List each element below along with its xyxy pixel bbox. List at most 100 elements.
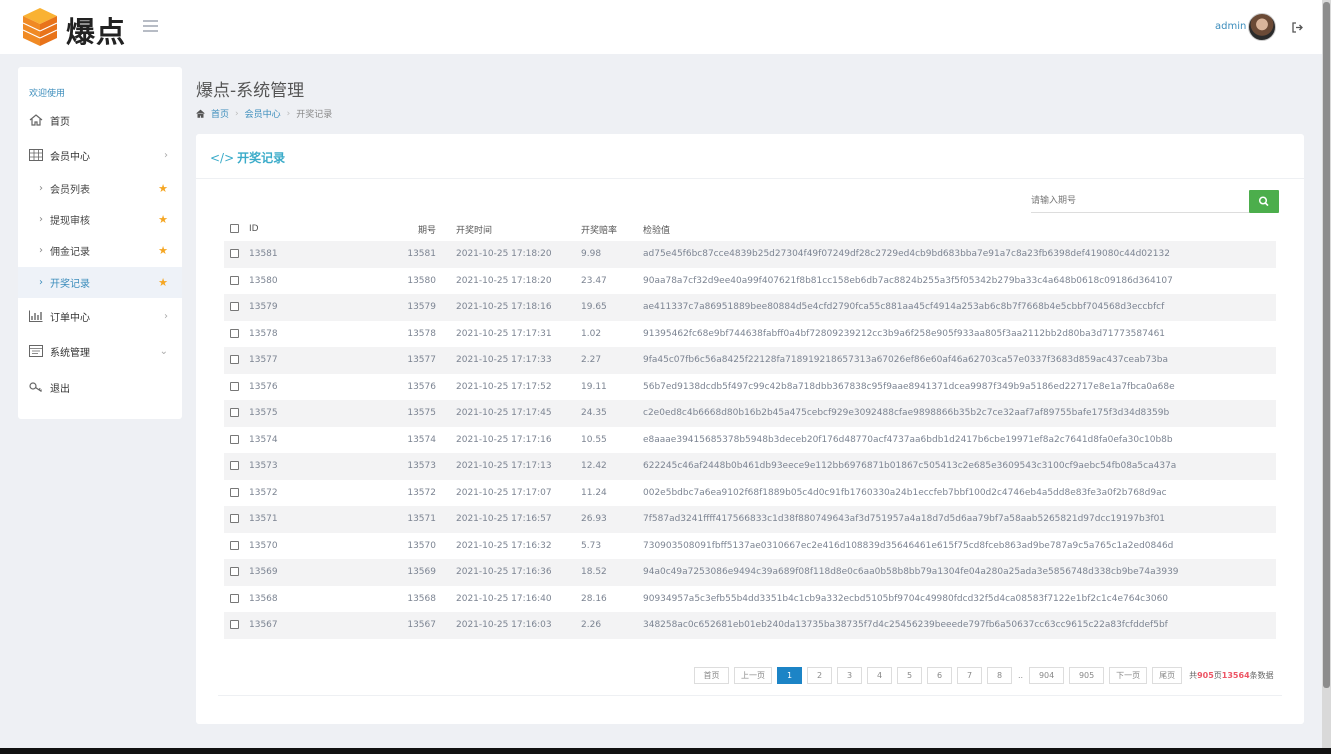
sidebar-item-order-center[interactable]: 订单中心 › (18, 301, 182, 331)
page-button-2[interactable]: 2 (807, 667, 832, 684)
chevron-right-icon: › (39, 277, 43, 288)
column-header-odds[interactable]: 开奖赔率 (581, 217, 643, 241)
table-row[interactable]: 13580 13580 2021-10-25 17:18:20 23.47 90aa78… (224, 268, 1276, 295)
sidebar-item-home[interactable]: 首页 (18, 105, 182, 135)
sidebar-subitem-member-list[interactable]: › 会员列表 ★ (18, 173, 182, 204)
table-row[interactable]: 13568 13568 2021-10-25 17:16:40 28.16 909349… (224, 586, 1276, 613)
menu-icon[interactable] (143, 20, 158, 32)
table-row[interactable]: 13576 13576 2021-10-25 17:17:52 19.11 56b7ed… (224, 374, 1276, 401)
column-header-issue[interactable]: 期号 (399, 217, 436, 241)
cell-issue: 13574 (407, 434, 436, 445)
panel-header: </> 开奖记录 (196, 134, 1304, 179)
cell-id: 13581 (249, 249, 278, 260)
page-button-4[interactable]: 4 (867, 667, 892, 684)
page-button-1[interactable]: 1 (777, 667, 802, 684)
sidebar-subitem-commission[interactable]: › 佣金记录 ★ (18, 235, 182, 266)
row-checkbox[interactable] (230, 567, 239, 577)
table-row[interactable]: 13581 13581 2021-10-25 17:18:20 9.98 ad75e45… (224, 241, 1276, 268)
cell-odds: 2.27 (581, 355, 602, 366)
cell-odds: 18.52 (581, 567, 607, 578)
table-row[interactable]: 13571 13571 2021-10-25 17:16:57 26.93 7f587a… (224, 506, 1276, 533)
chevron-down-icon: ⌄ (159, 346, 168, 357)
table-header-row: ID 期号 开奖时间 开奖赔率 检验值 (224, 217, 1276, 241)
sidebar-item-label: 会员中心 (50, 151, 90, 163)
scrollbar-thumb[interactable] (1323, 2, 1330, 688)
row-checkbox[interactable] (230, 275, 239, 285)
brand-name: 爆点 (66, 15, 127, 49)
chevron-right-icon: › (39, 183, 43, 194)
window-bottom-edge (0, 748, 1331, 754)
table-row[interactable]: 13575 13575 2021-10-25 17:17:45 24.35 c2e0ed… (224, 400, 1276, 427)
cell-id: 13570 (249, 540, 278, 551)
cell-time: 2021-10-25 17:16:32 (456, 540, 552, 551)
cell-id: 13575 (249, 408, 278, 419)
vertical-scrollbar[interactable] (1322, 0, 1331, 748)
cell-odds: 28.16 (581, 593, 607, 604)
breadcrumb-home[interactable]: 首页 (211, 107, 229, 120)
next-page-button[interactable]: 下一页 (1109, 667, 1148, 684)
page-button-6[interactable]: 6 (927, 667, 952, 684)
sidebar-item-label: 退出 (50, 383, 70, 395)
admin-username[interactable]: admin (1215, 21, 1246, 32)
sidebar-item-logout[interactable]: 退出 (18, 372, 182, 402)
row-checkbox[interactable] (230, 593, 239, 603)
page-button-905[interactable]: 905 (1069, 667, 1105, 684)
sidebar-subitem-withdraw-review[interactable]: › 提现审核 ★ (18, 204, 182, 235)
page-button-3[interactable]: 3 (837, 667, 862, 684)
logout-icon[interactable] (1292, 22, 1303, 33)
cell-time: 2021-10-25 17:17:16 (456, 434, 552, 445)
row-checkbox[interactable] (230, 408, 239, 418)
content-panel: </>开奖记录 ID 期号 (196, 134, 1304, 724)
column-header-id[interactable]: ID (249, 217, 399, 241)
column-header-time[interactable]: 开奖时间 (456, 217, 581, 241)
cell-issue: 13577 (407, 355, 436, 366)
breadcrumb-member-center[interactable]: 会员中心 (245, 107, 281, 120)
row-checkbox[interactable] (230, 620, 239, 630)
table-row[interactable]: 13579 13579 2021-10-25 17:18:16 19.65 ae4113… (224, 294, 1276, 321)
row-checkbox[interactable] (230, 249, 239, 259)
table-row[interactable]: 13574 13574 2021-10-25 17:17:16 10.55 e8aaae… (224, 427, 1276, 454)
prev-page-button[interactable]: 上一页 (734, 667, 772, 684)
column-header-checksum[interactable]: 检验值 (643, 217, 1276, 241)
sidebar-item-system-mgmt[interactable]: 系统管理 ⌄ (18, 336, 182, 366)
row-checkbox[interactable] (230, 328, 239, 338)
page-button-5[interactable]: 5 (897, 667, 922, 684)
cell-time: 2021-10-25 17:16:03 (456, 620, 552, 631)
page-button-904[interactable]: 904 (1029, 667, 1065, 684)
cell-odds: 5.73 (581, 540, 602, 551)
brand-logo (22, 8, 58, 46)
table-row[interactable]: 13569 13569 2021-10-25 17:16:36 18.52 94a0c4… (224, 559, 1276, 586)
pagination-total: 共905页13564条数据 (1189, 670, 1274, 681)
page-button-8[interactable]: 8 (987, 667, 1012, 684)
table-row[interactable]: 13570 13570 2021-10-25 17:16:32 5.73 7309035… (224, 533, 1276, 560)
avatar[interactable] (1248, 13, 1276, 41)
row-checkbox[interactable] (230, 302, 239, 312)
table-row[interactable]: 13567 13567 2021-10-25 17:16:03 2.26 348258a… (224, 612, 1276, 639)
page-button-7[interactable]: 7 (957, 667, 982, 684)
total-mid: 页 (1213, 671, 1222, 680)
row-checkbox[interactable] (230, 355, 239, 365)
cell-checksum: 90934957a5c3efb55b4dd3351b4c1cb9a332ecbd… (643, 593, 1169, 604)
table-row[interactable]: 13573 13573 2021-10-25 17:17:13 12.42 622245… (224, 453, 1276, 480)
first-page-button[interactable]: 首页 (694, 667, 729, 684)
table-row[interactable]: 13578 13578 2021-10-25 17:17:31 1.02 9139546… (224, 321, 1276, 348)
select-all-checkbox[interactable] (230, 224, 239, 233)
last-page-button[interactable]: 尾页 (1152, 667, 1183, 684)
cell-checksum: 90aa78a7cf32d9ee40a99f407621f8b81cc158eb… (643, 275, 1173, 286)
row-checkbox[interactable] (230, 514, 239, 524)
sidebar-subitem-lottery-records[interactable]: › 开奖记录 ★ (18, 267, 182, 298)
row-checkbox[interactable] (230, 540, 239, 550)
search-button[interactable] (1249, 190, 1279, 213)
table-row[interactable]: 13572 13572 2021-10-25 17:17:07 11.24 002e5b… (224, 480, 1276, 507)
sidebar-subitem-label: 佣金记录 (50, 247, 90, 258)
row-checkbox[interactable] (230, 461, 239, 471)
row-checkbox[interactable] (230, 381, 239, 391)
search-input[interactable] (1031, 190, 1249, 213)
cell-odds: 12.42 (581, 461, 607, 472)
cell-checksum: 7f587ad3241ffff417566833c1d38f880749643a… (643, 514, 1166, 525)
table-row[interactable]: 13577 13577 2021-10-25 17:17:33 2.27 9fa45c0… (224, 347, 1276, 374)
row-checkbox[interactable] (230, 434, 239, 444)
sidebar-item-member-center[interactable]: 会员中心 › (18, 140, 182, 170)
row-checkbox[interactable] (230, 487, 239, 497)
breadcrumb: 首页 › 会员中心 › 开奖记录 (196, 107, 332, 120)
